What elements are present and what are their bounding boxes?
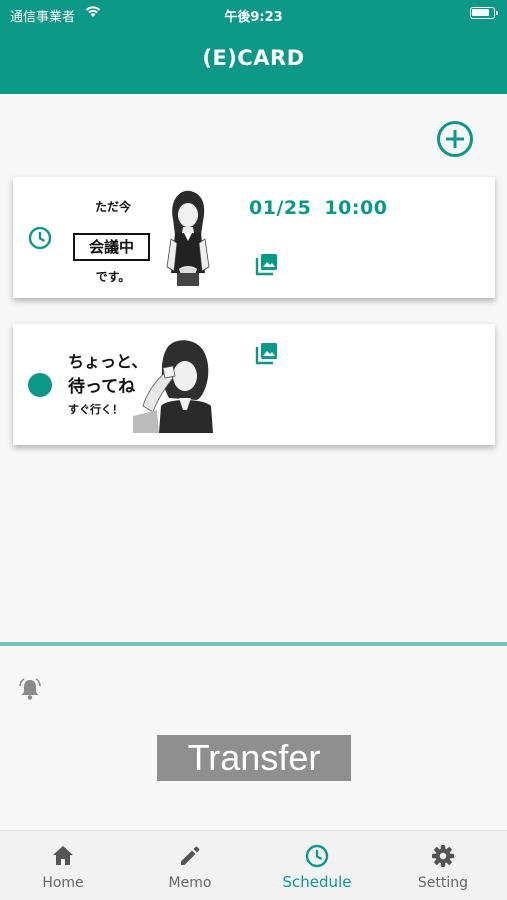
bell-icon[interactable] xyxy=(17,676,43,702)
status-bar: 通信事業者 午後9:23 xyxy=(0,0,507,28)
sticker-line-2: 会議中 xyxy=(73,233,150,261)
add-circle-icon[interactable] xyxy=(436,120,474,158)
clock-time: 午後9:23 xyxy=(224,10,283,25)
tab-schedule[interactable]: Schedule xyxy=(254,831,380,900)
home-icon xyxy=(53,846,73,865)
page-title: (E)CARD xyxy=(202,46,305,70)
tab-label-setting: Setting xyxy=(417,875,469,891)
illustrated-girl xyxy=(133,340,213,433)
sticker-line-1: ただ今 xyxy=(94,200,131,214)
tab-label-schedule: Schedule xyxy=(282,873,352,891)
clock-icon xyxy=(305,844,329,868)
sticker-line-2: 待ってね xyxy=(68,377,136,397)
message-card[interactable]: ちょっと、 待ってね すぐ行く！ xyxy=(13,324,495,445)
clock-icon xyxy=(28,226,52,250)
tab-setting[interactable]: Setting xyxy=(380,831,506,900)
tab-label-memo: Memo xyxy=(168,875,212,891)
filled-dot-icon xyxy=(28,373,52,397)
image-gallery-icon[interactable] xyxy=(254,340,280,366)
gear-icon xyxy=(432,845,454,867)
image-gallery-icon[interactable] xyxy=(254,251,280,277)
message-sticker: ちょっと、 待ってね すぐ行く！ xyxy=(68,334,216,435)
tab-label-home: Home xyxy=(42,875,84,891)
transfer-panel: Transfer xyxy=(0,646,507,830)
pencil-icon xyxy=(181,846,200,865)
sticker-line-3: です。 xyxy=(95,270,131,284)
app-header: 通信事業者 午後9:23 (E)CARD xyxy=(0,0,507,94)
message-sticker: ただ今 会議中 です。 xyxy=(73,187,213,288)
battery-icon xyxy=(470,7,498,19)
sticker-line-3: すぐ行く！ xyxy=(68,403,123,416)
schedule-datetime: 01/25 10:00 xyxy=(249,197,388,219)
transfer-button[interactable]: Transfer xyxy=(157,735,351,781)
tab-home[interactable]: Home xyxy=(0,831,126,900)
bottom-tab-bar: Home Memo Schedule Setting xyxy=(0,830,507,900)
schedule-card[interactable]: ただ今 会議中 です。 01/25 10:00 xyxy=(13,177,495,298)
illustrated-girl xyxy=(166,190,210,286)
tab-memo[interactable]: Memo xyxy=(127,831,253,900)
